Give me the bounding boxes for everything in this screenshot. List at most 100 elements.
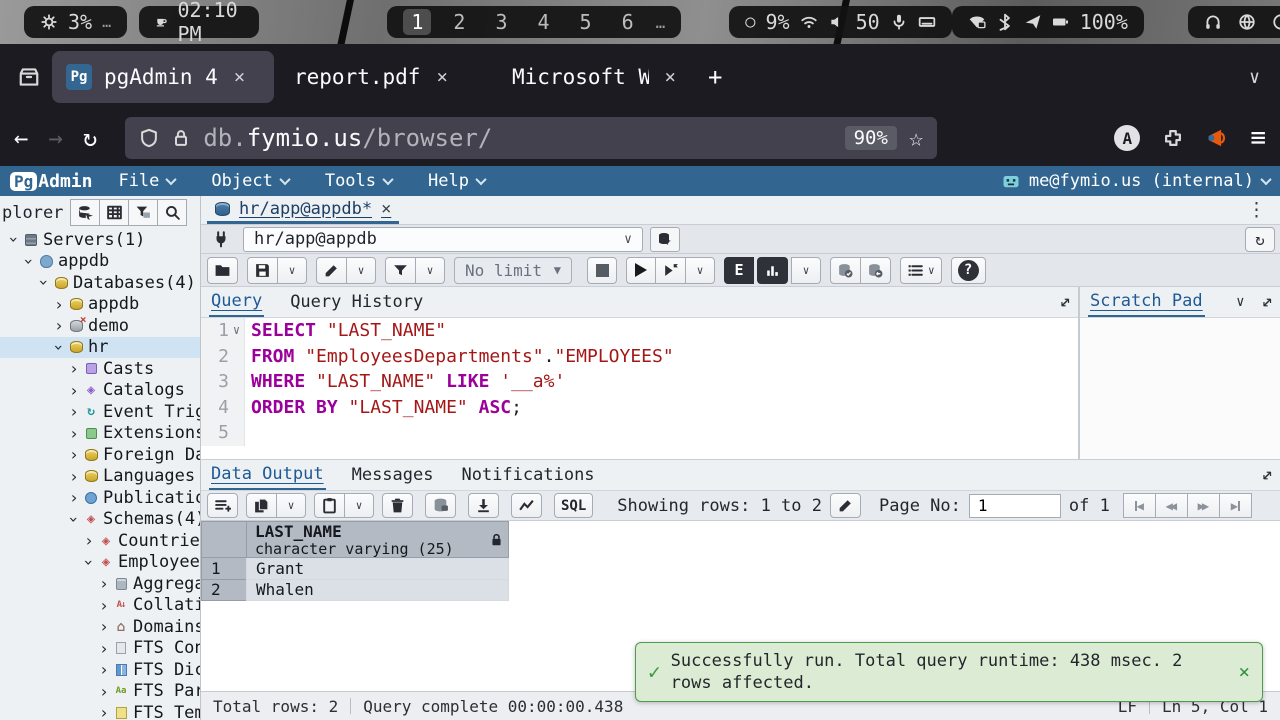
fold-marker-icon[interactable]: ∨ [229, 318, 245, 344]
explorer-filter-button[interactable] [128, 199, 158, 226]
tree-expander-icon[interactable]: › [66, 488, 82, 507]
connection-status-button[interactable] [206, 227, 236, 252]
tree-expander-icon[interactable]: › [96, 596, 112, 615]
open-file-button[interactable] [207, 257, 238, 284]
row-limit-select[interactable]: No limit ▼ [454, 257, 572, 284]
execute-options-dropdown[interactable]: ∨ [685, 257, 715, 284]
tree-item-catalogs[interactable]: ›Catalogs [0, 380, 200, 402]
workspace-1[interactable]: 1 [403, 9, 431, 35]
filter-button[interactable] [385, 257, 416, 284]
workspace-4[interactable]: 4 [529, 9, 557, 35]
back-button[interactable]: ← [14, 124, 28, 152]
extensions-puzzle-icon[interactable] [1162, 127, 1184, 149]
tree-item-casts[interactable]: ›Casts [0, 358, 200, 380]
tree-expander-icon[interactable]: › [96, 639, 112, 658]
help-button[interactable]: ? [951, 257, 986, 284]
save-data-button[interactable] [425, 493, 456, 518]
add-row-button[interactable] [207, 493, 238, 518]
tree-item-fts-parsers[interactable]: ›FTS Parsers [0, 681, 200, 703]
tree-expander-icon[interactable]: › [5, 232, 24, 248]
tree-expander-icon[interactable]: › [51, 316, 67, 335]
maximize-panel-icon[interactable]: ↔ [1254, 463, 1278, 487]
tree-expander-icon[interactable]: › [66, 381, 82, 400]
toast-close-button[interactable]: × [1239, 661, 1250, 683]
tab-data-output[interactable]: Data Output [209, 460, 326, 490]
tab-messages[interactable]: Messages [350, 460, 436, 490]
maximize-panel-icon[interactable]: ↔ [1254, 290, 1278, 314]
save-file-button[interactable] [247, 257, 278, 284]
explain-button[interactable]: E [724, 257, 754, 284]
workspace-6[interactable]: 6 [614, 9, 642, 35]
tree-item-appdb[interactable]: ›appdb [0, 294, 200, 316]
macros-button[interactable]: ∨ [900, 257, 942, 284]
zoom-level-badge[interactable]: 90% [845, 126, 897, 150]
explain-options-dropdown[interactable]: ∨ [791, 257, 821, 284]
download-button[interactable] [468, 493, 499, 518]
commit-button[interactable] [830, 257, 861, 284]
tree-expander-icon[interactable]: › [35, 275, 54, 291]
collapse-panel-icon[interactable]: ∨ [1236, 294, 1244, 310]
tree-item-fts-templates[interactable]: ›FTS Templates [0, 702, 200, 720]
last-page-button[interactable]: ▶ [1219, 493, 1252, 518]
tree-item-collations[interactable]: ›Collations [0, 595, 200, 617]
tree-expander-icon[interactable]: › [20, 253, 39, 269]
execute-script-button[interactable] [655, 257, 686, 284]
close-tab-icon[interactable]: × [381, 199, 391, 219]
browser-tab-3[interactable]: Microsoft Wo× [498, 51, 694, 103]
tree-item-servers-1[interactable]: ›Servers(1) [0, 229, 200, 251]
tab-query[interactable]: Query [209, 287, 264, 317]
explorer-grid-button[interactable] [99, 199, 129, 226]
browser-menu-button[interactable]: ≡ [1250, 123, 1266, 153]
tree-expander-icon[interactable]: › [50, 339, 69, 355]
lock-icon[interactable] [171, 128, 191, 148]
new-connection-button[interactable] [650, 227, 680, 252]
tab-notifications[interactable]: Notifications [459, 460, 596, 490]
tree-expander-icon[interactable]: › [66, 402, 82, 421]
tree-item-fts-dictionaries[interactable]: ›FTS Dictionaries [0, 659, 200, 681]
status-module-system[interactable]: ≡ [1188, 6, 1280, 38]
edit-rows-button[interactable] [830, 493, 861, 518]
tree-expander-icon[interactable]: › [81, 531, 97, 550]
workspace-2[interactable]: 2 [445, 9, 473, 35]
query-tool-tab[interactable]: hr/app@appdb* × [207, 196, 399, 224]
megaphone-extension-icon[interactable] [1206, 127, 1228, 149]
tree-item-extensions[interactable]: ›Extensions [0, 423, 200, 445]
tree-expander-icon[interactable]: › [96, 660, 112, 679]
tree-expander-icon[interactable]: › [80, 554, 99, 570]
tree-item-databases-4[interactable]: ›Databases(4) [0, 272, 200, 294]
tree-item-foreign-data-wrappers[interactable]: ›Foreign Data Wrappers [0, 444, 200, 466]
stop-button[interactable] [587, 257, 617, 284]
tree-item-employeesdepartments[interactable]: ›EmployeesDepartments [0, 552, 200, 574]
edit-options-dropdown[interactable]: ∨ [346, 257, 376, 284]
save-options-dropdown[interactable]: ∨ [277, 257, 307, 284]
cpu-module[interactable]: 3% … [24, 6, 127, 38]
grid-column-header[interactable]: LAST_NAME character varying (25) [246, 521, 509, 558]
execute-button[interactable] [626, 257, 656, 284]
tree-expander-icon[interactable]: › [66, 359, 82, 378]
copy-button[interactable] [246, 493, 277, 518]
maximize-panel-icon[interactable]: ↔ [1052, 290, 1076, 314]
grid-corner-cell[interactable] [201, 521, 247, 558]
url-field[interactable]: db.fymio.us/browser/ 90% ☆ [125, 117, 937, 159]
tree-item-countriesregions[interactable]: ›CountriesRegions [0, 530, 200, 552]
tree-expander-icon[interactable]: › [96, 703, 112, 720]
reload-button[interactable]: ↻ [83, 124, 97, 152]
close-tab-icon[interactable]: × [661, 66, 680, 88]
menu-file[interactable]: File [118, 171, 175, 191]
shield-icon[interactable] [139, 128, 159, 148]
connection-select[interactable]: hr/app@appdb ∨ [243, 227, 643, 252]
tree-expander-icon[interactable]: › [96, 574, 112, 593]
tree-expander-icon[interactable]: › [51, 295, 67, 314]
tree-item-languages[interactable]: ›Languages [0, 466, 200, 488]
delete-rows-button[interactable] [382, 493, 413, 518]
status-module-left[interactable]: ○ 9% 50 [729, 6, 951, 38]
tree-expander-icon[interactable]: › [96, 682, 112, 701]
tree-item-aggregates[interactable]: ›Aggregates [0, 573, 200, 595]
tab-overflow-chevron-icon[interactable]: ∨ [1249, 67, 1260, 88]
prev-page-button[interactable]: ◀◀ [1155, 493, 1188, 518]
scratch-pad-input[interactable] [1080, 318, 1280, 459]
tree-item-publications[interactable]: ›Publications [0, 487, 200, 509]
clock-module[interactable]: 02:10 PM [139, 6, 259, 38]
browser-tab-2[interactable]: report.pdf× [280, 51, 492, 103]
data-cell[interactable]: Grant [246, 557, 509, 580]
